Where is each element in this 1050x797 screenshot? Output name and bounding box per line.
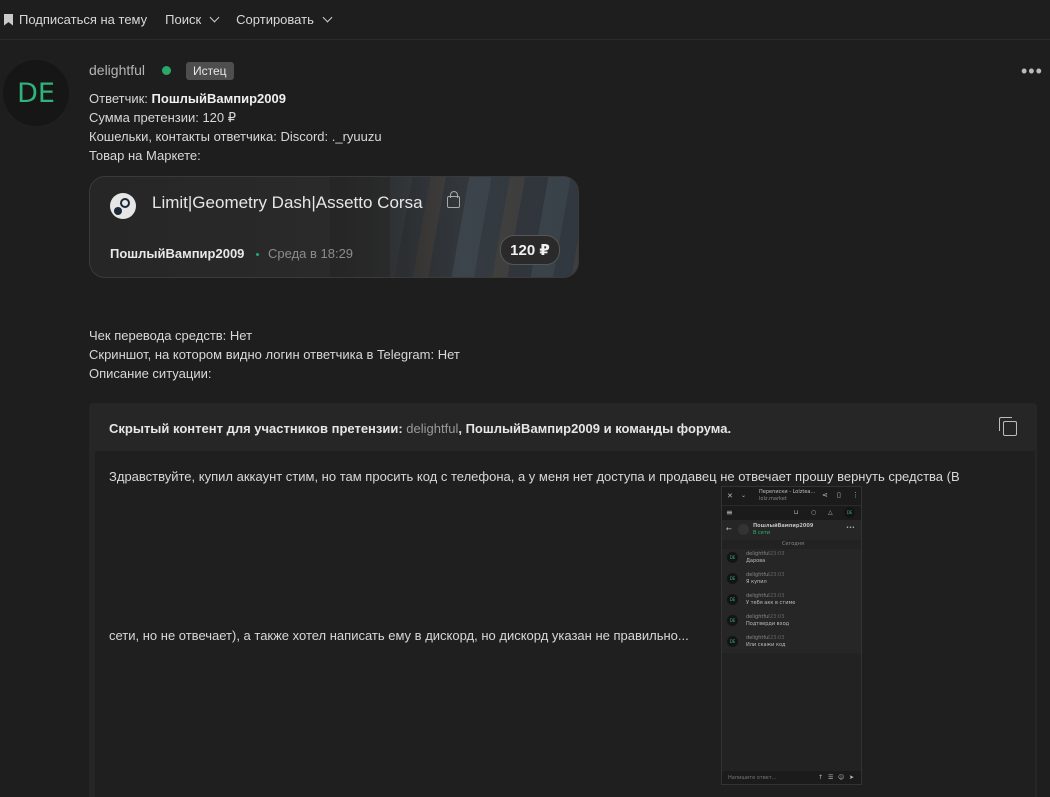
avatar: DE [844, 507, 855, 518]
telegram-screenshot-line: Скриншот, на котором видно логин ответчи… [89, 347, 460, 362]
subscribe-button[interactable]: Подписаться на тему [0, 12, 147, 27]
role-badge: Истец [186, 62, 234, 80]
close-icon: ✕ [727, 492, 733, 500]
sort-label: Сортировать [236, 12, 314, 27]
product-seller[interactable]: ПошлыйВампир2009 [110, 246, 244, 261]
sort-dropdown[interactable]: Сортировать [236, 12, 333, 27]
hidden-content-block: Скрытый контент для участников претензии… [89, 403, 1037, 797]
bookmark-icon: ▯ [837, 491, 841, 499]
respondent-name[interactable]: ПошлыйВампир2009 [152, 91, 286, 106]
chevron-down-icon: ⌄ [741, 492, 747, 499]
product-card[interactable]: Limit|Geometry Dash|Assetto Corsa Пошлый… [89, 176, 579, 278]
subscribe-label: Подписаться на тему [19, 12, 148, 27]
search-label: Поиск [165, 12, 202, 27]
thread-toolbar: Подписаться на тему Поиск Сортировать [0, 0, 1050, 40]
copy-icon[interactable] [999, 417, 1017, 436]
list-icon: ☰ [828, 774, 834, 781]
bell-icon: △ [828, 509, 833, 516]
menu-icon: ≡ [726, 508, 733, 517]
author-avatar[interactable]: DE [3, 60, 69, 126]
arrow-up-icon: ↑ [818, 774, 824, 781]
screenshot-window-title: Переписки - Lolztea... [759, 489, 816, 495]
respondent-line: Ответчик: ПошлыйВампир2009 [89, 91, 286, 106]
screenshot-messages: DE delightful 23:03 Дарова DE delightful… [722, 549, 861, 653]
online-status-dot [162, 66, 171, 75]
market-label: Товар на Маркете: [89, 148, 201, 163]
hidden-content-body: Здравствуйте, купил аккаунт стим, но там… [95, 451, 1035, 797]
chat-icon: ○ [811, 509, 817, 516]
steam-icon [110, 193, 136, 219]
separator-dot [256, 253, 259, 256]
product-date: Среда в 18:29 [268, 246, 354, 261]
avatar [738, 524, 749, 535]
screenshot-day-label: Сегодня [782, 541, 804, 547]
product-price-badge: 120 ₽ [500, 235, 560, 265]
screenshot-chat-status: В сети [753, 530, 771, 536]
description-label: Описание ситуации: [89, 366, 212, 381]
claim-amount-line: Сумма претензии: 120 ₽ [89, 110, 237, 125]
author-username[interactable]: delightful [89, 62, 145, 78]
smile-icon: ☺ [838, 774, 845, 781]
shopping-bag-icon [447, 191, 460, 208]
description-text-line1: Здравствуйте, купил аккаунт стим, но там… [109, 469, 960, 484]
screenshot-window-sub: lolz.market [759, 496, 787, 502]
cart-icon: ⊔ [794, 509, 799, 516]
back-arrow-icon: ← [726, 525, 732, 533]
share-icon: ⋖ [822, 491, 828, 499]
contacts-line: Кошельки, контакты ответчика: Discord: .… [89, 129, 382, 144]
hidden-header-user[interactable]: delightful [406, 421, 458, 436]
hidden-content-header: Скрытый контент для участников претензии… [109, 421, 732, 436]
screenshot-message-input: Напишите ответ... ↑ ☰ ☺ ➤ [722, 771, 861, 784]
screenshot-chat-name: ПошлыйВампир2009 [753, 523, 814, 529]
search-dropdown[interactable]: Поиск [165, 12, 220, 27]
send-icon: ➤ [849, 774, 855, 781]
description-text-line2: сети, но не отвечает), а также хотел нап… [109, 628, 689, 643]
receipt-line: Чек перевода средств: Нет [89, 328, 253, 343]
attached-screenshot[interactable]: ✕ ⌄ Переписки - Lolztea... lolz.market ⋖… [721, 486, 862, 785]
ellipsis-icon[interactable]: ••• [1021, 61, 1043, 82]
more-icon: ⋮ [852, 491, 859, 499]
bookmark-icon [4, 13, 13, 26]
chevron-down-icon [322, 12, 333, 23]
chevron-down-icon [209, 12, 220, 23]
product-title[interactable]: Limit|Geometry Dash|Assetto Corsa [152, 193, 423, 213]
more-icon: ••• [846, 525, 855, 531]
